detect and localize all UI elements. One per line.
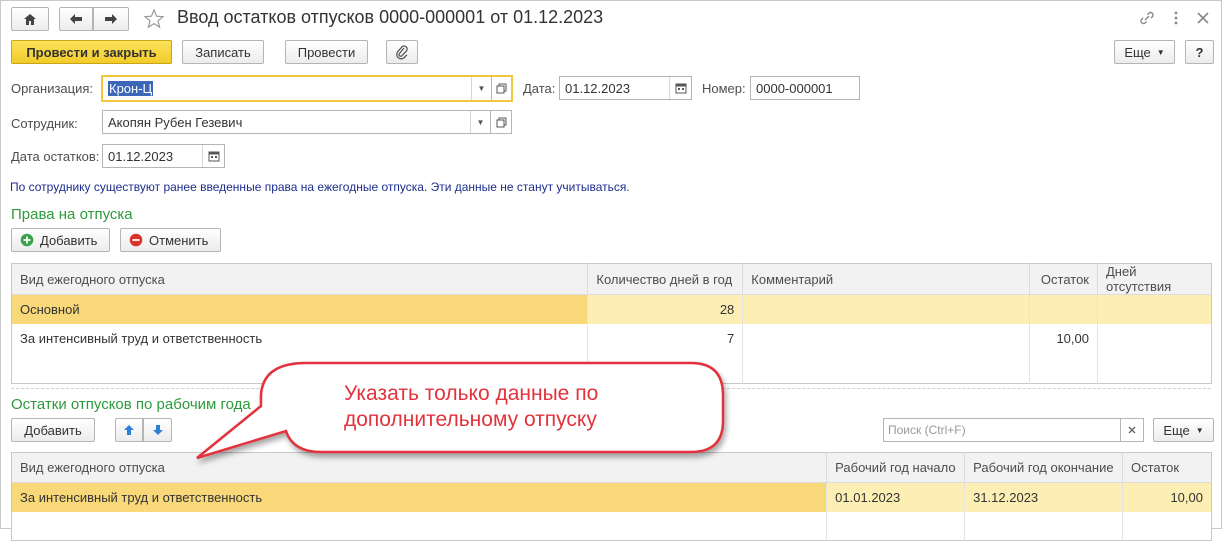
callout-line-1: Указать только данные по [344, 382, 599, 405]
callout-line-2: дополнительному отпуску [344, 408, 597, 431]
document-window: Ввод остатков отпусков 0000-000001 от 01… [0, 0, 1222, 541]
callout-text: Указать только данные по дополнительному… [344, 381, 598, 433]
callout-bubble [196, 361, 725, 460]
